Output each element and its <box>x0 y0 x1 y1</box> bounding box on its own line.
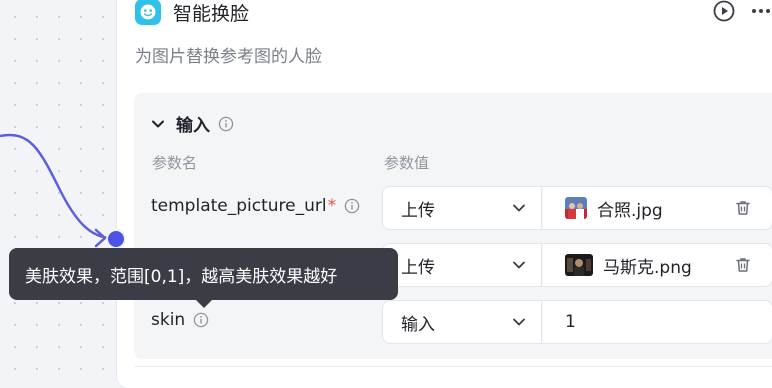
play-circle-icon <box>713 0 735 22</box>
node-description: 为图片替换参考图的人脸 <box>135 47 322 67</box>
file-name: 马斯克.png <box>603 257 692 278</box>
chevron-down-icon <box>513 261 525 269</box>
chevron-down-icon <box>513 318 525 326</box>
node-header: 智能换脸 <box>135 0 249 28</box>
chevron-down-icon <box>513 204 525 212</box>
tooltip-arrow <box>196 300 212 308</box>
photo-thumb-icon <box>565 254 593 276</box>
select-value: 上传 <box>401 257 435 278</box>
node-title: 智能换脸 <box>173 2 250 25</box>
more-menu-button[interactable] <box>750 0 772 24</box>
divider <box>134 366 772 367</box>
select-value: 上传 <box>401 200 435 221</box>
skin-tooltip: 美肤效果，范围[0,1]，越高美肤效果越好 <box>9 248 398 300</box>
column-header-param-value: 参数值 <box>384 154 430 172</box>
delete-trash-icon[interactable] <box>734 256 752 274</box>
delete-trash-icon[interactable] <box>734 199 752 217</box>
info-icon[interactable] <box>193 312 209 328</box>
photo-thumb-icon <box>565 197 587 219</box>
more-dots-icon <box>752 9 770 13</box>
file-value-template-picture-url[interactable]: 合照.jpg <box>543 186 772 230</box>
header-actions <box>712 0 772 24</box>
value-box-skin[interactable] <box>543 300 772 344</box>
info-icon[interactable] <box>218 116 234 132</box>
param-name: skin <box>151 310 186 330</box>
input-section-toggle[interactable]: 输入 <box>150 111 234 136</box>
file-name: 合照.jpg <box>597 200 663 221</box>
skin-value-input[interactable] <box>565 312 745 332</box>
param-label-skin: skin <box>151 310 209 330</box>
source-select-row-2[interactable]: 上传 <box>382 243 542 287</box>
chevron-down-icon <box>152 120 164 127</box>
input-section-title: 输入 <box>176 116 210 136</box>
select-value: 输入 <box>401 314 435 335</box>
source-select-template-picture-url[interactable]: 上传 <box>382 186 542 230</box>
column-header-param-name: 参数名 <box>152 154 198 172</box>
param-label-template-picture-url: template_picture_url * <box>151 196 360 216</box>
file-value-row-2[interactable]: 马斯克.png <box>543 243 772 287</box>
source-select-skin[interactable]: 输入 <box>382 300 542 344</box>
run-button[interactable] <box>712 0 736 24</box>
tooltip-text: 美肤效果，范围[0,1]，越高美肤效果越好 <box>25 266 338 287</box>
required-marker: * <box>327 196 337 216</box>
info-icon[interactable] <box>344 198 360 214</box>
input-port-handle[interactable] <box>106 229 126 249</box>
param-name: template_picture_url <box>151 196 327 216</box>
face-swap-app-icon <box>135 0 161 25</box>
